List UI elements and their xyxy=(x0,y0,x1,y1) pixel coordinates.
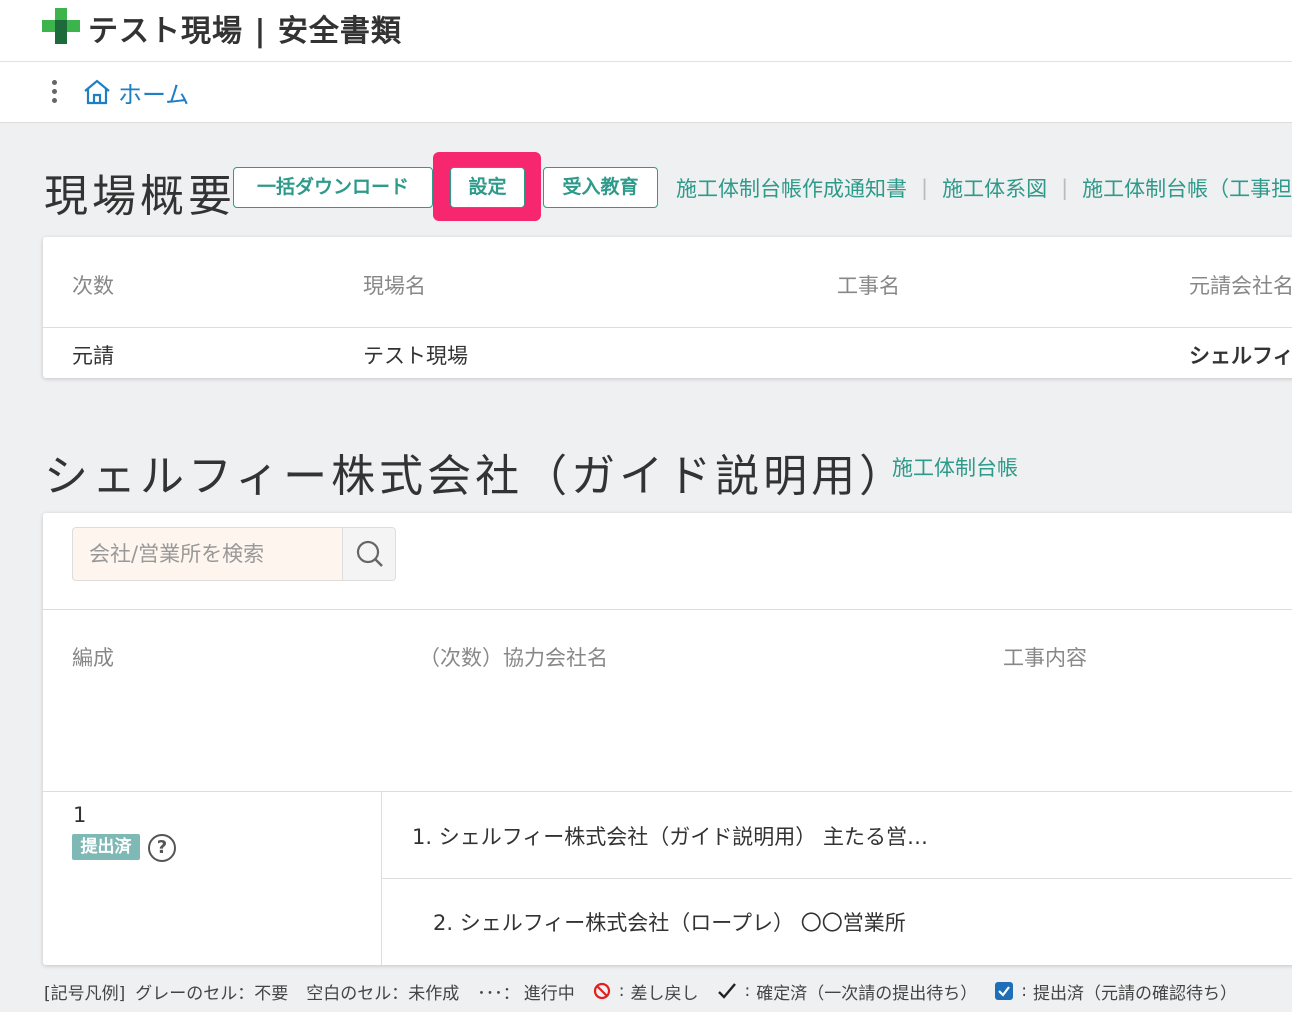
col-header-partner-company: （次数）協力会社名 xyxy=(419,646,608,670)
app-header: テスト現場 | 安全書類 xyxy=(0,0,1292,62)
document-links: 施工体制台帳作成通知書 | 施工体系図 | 施工体制台帳（工事担 xyxy=(676,170,1292,206)
col-header-site-name: 現場名 xyxy=(363,274,426,298)
divider xyxy=(43,609,1292,610)
group-number: 1 xyxy=(73,803,87,827)
notice-link[interactable]: 施工体制台帳作成通知書 xyxy=(676,173,907,203)
home-icon xyxy=(84,79,110,105)
col-header-work-content: 工事内容 xyxy=(1003,646,1087,670)
link-divider: | xyxy=(1061,176,1069,200)
legend-blank-cell: 空白のセル：未作成 xyxy=(306,983,460,1004)
col-header-work-name: 工事名 xyxy=(837,274,900,298)
cell-prime-contractor: シェルフィ xyxy=(1189,344,1292,368)
symbol-legend: [記号凡例] グレーのセル：不要 空白のセル：未作成 ･･･： 進行中 : 差し… xyxy=(44,978,1255,1004)
search-button[interactable] xyxy=(342,528,395,580)
company-title: シェルフィー株式会社（ガイド説明用） xyxy=(44,451,908,502)
prohibited-icon xyxy=(593,982,610,1000)
col-header-formation: 編成 xyxy=(72,646,114,670)
checkbox-checked-icon xyxy=(995,982,1014,1000)
check-icon xyxy=(717,983,736,999)
legend-submitted: : 提出済（元請の確認待ち） xyxy=(995,979,1237,1004)
settings-button[interactable]: 設定 xyxy=(450,167,525,208)
cell-tier: 元請 xyxy=(72,344,114,368)
ledger-link[interactable]: 施工体制台帳（工事担 xyxy=(1082,173,1292,203)
legend-colon: : xyxy=(1021,981,1027,1001)
system-diagram-link[interactable]: 施工体系図 xyxy=(942,173,1047,203)
logo-cross-icon xyxy=(42,8,80,44)
search-icon xyxy=(356,540,383,567)
legend-confirmed: : 確定済（一次請の提出待ち） xyxy=(717,979,977,1004)
legend-in-progress: ･･･： 進行中 xyxy=(477,979,575,1004)
legend-gray-cell: グレーのセル：不要 xyxy=(135,983,289,1004)
legend-colon: : xyxy=(744,981,751,1001)
training-button[interactable]: 受入教育 xyxy=(543,167,658,208)
help-icon[interactable]: ? xyxy=(148,834,176,862)
app-title: テスト現場 | 安全書類 xyxy=(88,14,402,49)
company-search xyxy=(72,527,396,581)
row-divider xyxy=(381,878,1292,879)
ellipsis-icon: ･･･： xyxy=(477,983,520,1004)
col-header-prime-contractor: 元請会社名 xyxy=(1189,274,1292,298)
col-header-tier: 次数 xyxy=(72,274,114,298)
home-label: ホーム xyxy=(118,80,190,109)
more-menu-icon[interactable] xyxy=(46,80,62,106)
status-badge: 提出済 xyxy=(72,834,140,860)
link-divider: | xyxy=(921,176,929,200)
overview-table: 次数 現場名 工事名 元請会社名 元請 テスト現場 シェルフィ xyxy=(43,237,1292,378)
cell-site-name: テスト現場 xyxy=(363,344,468,368)
overview-title: 現場概要 xyxy=(44,171,236,222)
divider xyxy=(43,327,1292,328)
legend-rejected: : 差し戻し xyxy=(593,979,699,1004)
table-row[interactable]: 2. シェルフィー株式会社（ロープレ） 〇〇営業所 xyxy=(433,907,906,937)
home-link[interactable]: ホーム xyxy=(82,75,189,109)
divider xyxy=(43,791,1292,792)
legend-colon: : xyxy=(618,981,625,1001)
company-ledger-link[interactable]: 施工体制台帳 xyxy=(892,452,1018,482)
search-input[interactable] xyxy=(73,528,342,580)
legend-title: [記号凡例] xyxy=(44,983,126,1004)
bulk-download-button[interactable]: 一括ダウンロード xyxy=(233,167,433,208)
breadcrumb-bar: ホーム xyxy=(0,62,1292,123)
table-row[interactable]: 1. シェルフィー株式会社（ガイド説明用） 主たる営… xyxy=(412,821,928,851)
